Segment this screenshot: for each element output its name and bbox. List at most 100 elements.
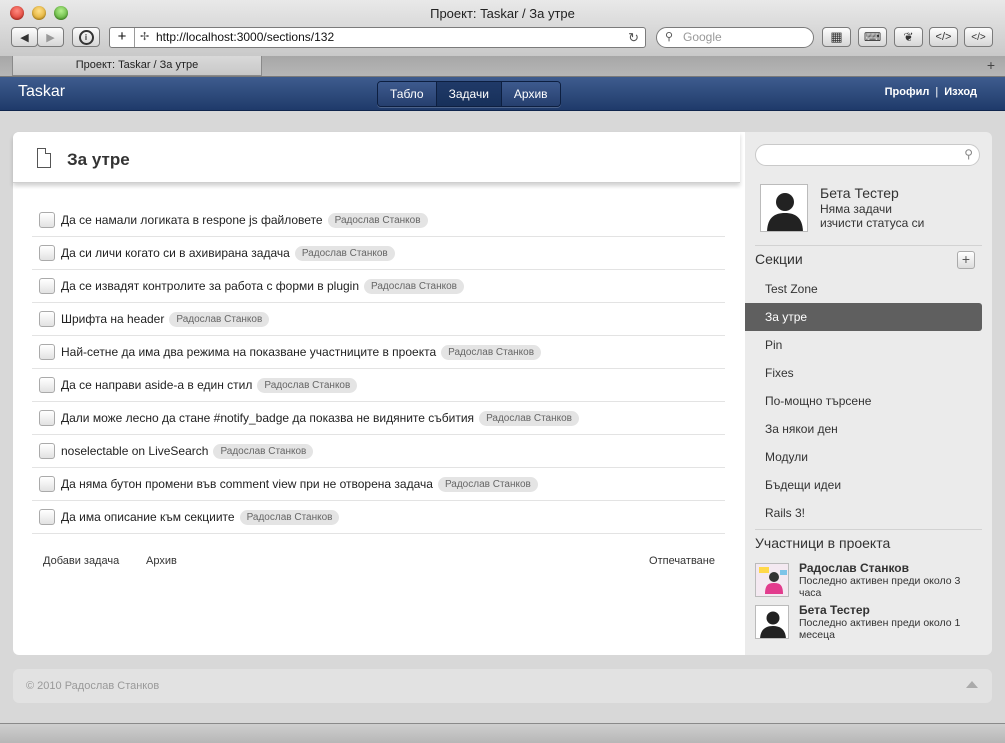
browser-tab[interactable]: Проект: Taskar / За утре bbox=[12, 56, 262, 76]
task-row[interactable]: Най-сетне да има два режима на показване… bbox=[32, 336, 725, 369]
nav-tasks[interactable]: Задачи bbox=[436, 82, 502, 106]
site-icon: ✢ bbox=[140, 31, 150, 43]
member-status: Последно активен преди около 3 часа bbox=[799, 575, 961, 599]
task-title[interactable]: noselectable on LiveSearch bbox=[61, 444, 208, 458]
member-name: Радослав Станков bbox=[799, 561, 910, 575]
task-title[interactable]: Най-сетне да има два режима на показване… bbox=[61, 345, 436, 359]
section-item[interactable]: Rails 3! bbox=[745, 499, 992, 527]
new-tab-icon[interactable]: + bbox=[987, 57, 995, 73]
task-checkbox[interactable] bbox=[39, 377, 55, 393]
current-user-avatar bbox=[760, 184, 808, 232]
section-item[interactable]: Бъдещи идеи bbox=[745, 471, 992, 499]
section-item[interactable]: Pin bbox=[745, 331, 992, 359]
task-row[interactable]: Да се намали логиката в respone js файло… bbox=[32, 204, 725, 237]
task-title[interactable]: Шрифта на header bbox=[61, 312, 164, 326]
scroll-top-icon[interactable] bbox=[966, 681, 978, 688]
window-title: Проект: Taskar / За утре bbox=[430, 6, 575, 21]
nav-archive[interactable]: Архив bbox=[501, 82, 560, 106]
user-photo-icon bbox=[756, 564, 788, 596]
task-title[interactable]: Да се направи aside-а в един стил bbox=[61, 378, 252, 392]
browser-toolbar: Проект: Taskar / За утре ◀ ▶ i + ✢ http:… bbox=[0, 0, 1005, 57]
section-list: Test Zone За утре Pin Fixes По-мощно търсене… bbox=[745, 275, 992, 527]
task-owner-badge: Радослав Станков bbox=[437, 476, 538, 492]
add-task-link[interactable]: Добави задача bbox=[43, 555, 119, 567]
task-title[interactable]: Да няма бутон промени във comment view п… bbox=[61, 477, 433, 491]
logout-link[interactable]: Изход bbox=[944, 86, 977, 98]
extension-button[interactable]: ❦ bbox=[894, 27, 923, 47]
browser-search-input[interactable]: ⚲ Google bbox=[656, 27, 814, 48]
view-source-button[interactable]: </> bbox=[929, 27, 958, 47]
page: За утре Да се намали логиката в respone … bbox=[0, 111, 1005, 723]
task-checkbox[interactable] bbox=[39, 509, 55, 525]
members-heading: Участници в проекта bbox=[755, 535, 891, 551]
page-header: За утре bbox=[13, 132, 740, 183]
task-checkbox[interactable] bbox=[39, 278, 55, 294]
task-owner-badge: Радослав Станков bbox=[479, 410, 579, 426]
forward-button[interactable]: ▶ bbox=[37, 27, 64, 47]
profile-link[interactable]: Профил bbox=[885, 86, 930, 98]
task-title[interactable]: Да си личи когато си в ахивирана задача bbox=[61, 246, 290, 260]
back-button[interactable]: ◀ bbox=[11, 27, 38, 47]
section-item[interactable]: За утре bbox=[745, 303, 982, 331]
sidebar-search-input[interactable]: ⚲ bbox=[755, 144, 980, 166]
section-item[interactable]: По-мощно търсене bbox=[745, 387, 992, 415]
back-arrow-icon: ◀ bbox=[20, 31, 29, 44]
current-user-name: Бета Тестер bbox=[820, 185, 899, 201]
task-row[interactable]: Дали може лесно да стане #notify_badge д… bbox=[32, 402, 725, 435]
task-row[interactable]: Да има описание към секциите Радослав Ста… bbox=[32, 501, 725, 534]
user-silhouette-icon bbox=[761, 185, 807, 231]
task-title[interactable]: Да се намали логиката в respone js файло… bbox=[61, 213, 323, 227]
task-title[interactable]: Да се извадят контролите за работа с фор… bbox=[61, 279, 359, 293]
section-item[interactable]: Fixes bbox=[745, 359, 992, 387]
task-row[interactable]: Да няма бутон промени във comment view п… bbox=[32, 468, 725, 501]
task-checkbox[interactable] bbox=[39, 476, 55, 492]
task-owner-badge: Радослав Станков bbox=[257, 377, 358, 393]
brand-logo[interactable]: Taskar bbox=[18, 83, 65, 101]
task-checkbox[interactable] bbox=[39, 212, 55, 228]
keyboard-button[interactable]: ⌨ bbox=[858, 27, 887, 47]
grid-icon: ▦ bbox=[830, 29, 843, 44]
section-item[interactable]: Модули bbox=[745, 443, 992, 471]
top-sites-button[interactable]: ▦ bbox=[822, 27, 851, 47]
user-links: Профил | Изход bbox=[885, 86, 977, 98]
divider bbox=[755, 245, 982, 246]
task-row[interactable]: Да се направи aside-а в един стил Радосла… bbox=[32, 369, 725, 402]
task-row[interactable]: Да си личи когато си в ахивирана задача Р… bbox=[32, 237, 725, 270]
print-link[interactable]: Отпечатване bbox=[649, 555, 715, 567]
task-row[interactable]: noselectable on LiveSearch Радослав Станк… bbox=[32, 435, 725, 468]
clear-status-link[interactable]: изчисти статуса си bbox=[820, 216, 924, 230]
member-avatar bbox=[755, 605, 789, 639]
sections-heading: Секции bbox=[755, 251, 803, 267]
member-item[interactable]: Радослав Станков Последно активен преди … bbox=[755, 561, 985, 603]
address-bar[interactable]: + ✢ http://localhost:3000/sections/132 ↻ bbox=[109, 27, 646, 48]
add-bookmark-icon[interactable]: + bbox=[110, 28, 135, 47]
add-section-button[interactable]: + bbox=[957, 251, 975, 269]
browser-status-bar bbox=[0, 723, 1005, 743]
task-row[interactable]: Шрифта на header Радослав Станков bbox=[32, 303, 725, 336]
search-icon[interactable]: ⚲ bbox=[964, 147, 973, 161]
task-checkbox[interactable] bbox=[39, 443, 55, 459]
nav-dashboard[interactable]: Табло bbox=[378, 82, 437, 106]
task-checkbox[interactable] bbox=[39, 245, 55, 261]
task-owner-badge: Радослав Станков bbox=[294, 245, 395, 261]
reload-icon[interactable]: ↻ bbox=[628, 28, 639, 47]
code-icon: </> bbox=[935, 31, 952, 43]
validate-button[interactable]: </> bbox=[964, 27, 993, 47]
task-checkbox[interactable] bbox=[39, 311, 55, 327]
member-item[interactable]: Бета Тестер Последно активен преди около… bbox=[755, 603, 985, 645]
archive-link[interactable]: Архив bbox=[146, 555, 177, 567]
task-checkbox[interactable] bbox=[39, 344, 55, 360]
section-item[interactable]: Test Zone bbox=[745, 275, 992, 303]
member-status: Последно активен преди около 1 месеца bbox=[799, 617, 961, 641]
task-title[interactable]: Дали може лесно да стане #notify_badge д… bbox=[61, 411, 474, 425]
page-title: За утре bbox=[67, 150, 130, 169]
task-checkbox[interactable] bbox=[39, 410, 55, 426]
page-footer: © 2010 Радослав Станков bbox=[13, 669, 992, 703]
user-links-separator: | bbox=[935, 86, 939, 98]
section-item[interactable]: За някои ден bbox=[745, 415, 992, 443]
info-button[interactable]: i bbox=[72, 27, 100, 47]
task-owner-badge: Радослав Станков bbox=[364, 278, 464, 294]
copyright: © 2010 Радослав Станков bbox=[26, 680, 160, 692]
task-title[interactable]: Да има описание към секциите bbox=[61, 510, 235, 524]
task-row[interactable]: Да се извадят контролите за работа с фор… bbox=[32, 270, 725, 303]
